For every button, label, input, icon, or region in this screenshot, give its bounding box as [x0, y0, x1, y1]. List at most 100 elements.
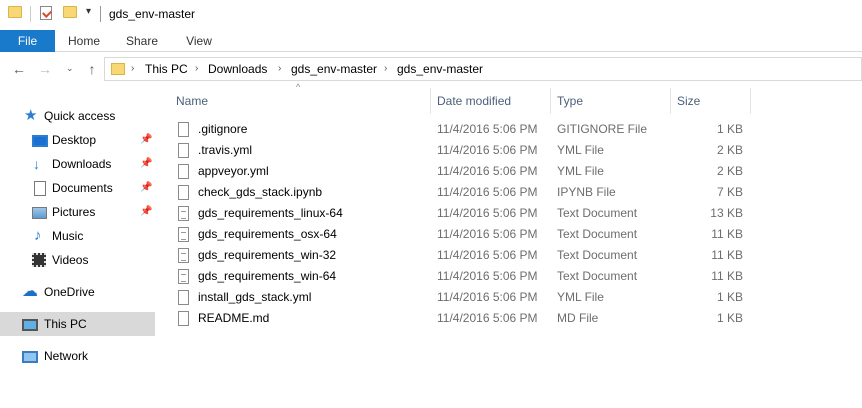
sidebar-item-label: Network: [44, 349, 89, 363]
sidebar-item-music[interactable]: ♪ Music: [0, 224, 155, 248]
desktop-icon: [32, 135, 48, 147]
pin-icon[interactable]: 📌: [140, 152, 152, 176]
sidebar-item-network[interactable]: Network: [0, 344, 155, 368]
column-divider[interactable]: [430, 88, 431, 114]
file-name: README.md: [198, 311, 270, 325]
file-type: YML File: [557, 290, 604, 304]
blank-file-icon: [178, 185, 189, 200]
pin-icon[interactable]: 📌: [140, 176, 152, 200]
tab-file[interactable]: File: [0, 30, 55, 52]
breadcrumb-separator: ›: [131, 63, 135, 74]
file-date: 11/4/2016 5:06 PM: [437, 164, 538, 178]
file-name: .travis.yml: [198, 143, 252, 157]
pin-icon[interactable]: 📌: [140, 128, 152, 152]
navigation-pane: ★ Quick access Desktop 📌 ↓ Downloads 📌 D…: [0, 92, 158, 408]
file-name: check_gds_stack.ipynb: [198, 185, 323, 199]
sort-ascending-icon: ^: [296, 82, 301, 92]
file-name: install_gds_stack.yml: [198, 290, 312, 304]
back-button[interactable]: ←: [10, 61, 28, 77]
table-row[interactable]: .gitignore 11/4/2016 5:06 PM GITIGNORE F…: [158, 119, 862, 140]
table-row[interactable]: check_gds_stack.ipynb 11/4/2016 5:06 PM …: [158, 182, 862, 203]
file-type: GITIGNORE File: [557, 122, 648, 136]
sidebar-item-documents[interactable]: Documents 📌: [0, 176, 155, 200]
file-type: YML File: [557, 143, 604, 157]
address-bar[interactable]: › This PC › Downloads › gds_env-master ›…: [104, 57, 862, 81]
table-row[interactable]: gds_requirements_osx-64 11/4/2016 5:06 P…: [158, 224, 862, 245]
sidebar-item-label: Downloads: [52, 157, 112, 171]
text-file-icon: [178, 206, 189, 221]
ribbon-tabs: File Home Share View: [0, 30, 862, 52]
table-row[interactable]: gds_requirements_win-32 11/4/2016 5:06 P…: [158, 245, 862, 266]
up-button[interactable]: ↑: [83, 61, 101, 77]
sidebar-item-label: Desktop: [52, 133, 97, 147]
column-divider[interactable]: [750, 88, 751, 114]
sidebar-item-videos[interactable]: Videos: [0, 248, 155, 272]
file-date: 11/4/2016 5:06 PM: [437, 269, 538, 283]
file-date: 11/4/2016 5:06 PM: [437, 311, 538, 325]
download-arrow-icon: ↓: [33, 156, 40, 172]
blank-file-icon: [178, 290, 189, 305]
table-row[interactable]: install_gds_stack.yml 11/4/2016 5:06 PM …: [158, 287, 862, 308]
computer-icon: [22, 319, 38, 331]
sidebar-item-label: Quick access: [44, 109, 116, 123]
sidebar-item-onedrive[interactable]: ☁ OneDrive: [0, 280, 155, 304]
file-name: appveyor.yml: [198, 164, 269, 178]
breadcrumb-gds-env-master-parent[interactable]: gds_env-master: [291, 62, 377, 76]
breadcrumb-this-pc[interactable]: This PC: [145, 62, 188, 76]
table-row[interactable]: gds_requirements_win-64 11/4/2016 5:06 P…: [158, 266, 862, 287]
folder-icon[interactable]: [8, 6, 22, 18]
title-bar: ▾ gds_env-master: [0, 0, 862, 30]
file-size: 13 KB: [710, 206, 743, 220]
forward-button[interactable]: →: [36, 61, 54, 77]
sidebar-item-quick-access[interactable]: ★ Quick access: [0, 104, 155, 128]
network-icon: [22, 351, 38, 363]
breadcrumb-gds-env-master[interactable]: gds_env-master: [397, 62, 483, 76]
file-type: YML File: [557, 164, 604, 178]
column-header-type[interactable]: Type: [557, 88, 583, 114]
music-note-icon: ♪: [34, 227, 42, 244]
file-type: Text Document: [557, 248, 638, 262]
file-size: 1 KB: [716, 311, 743, 325]
sidebar-item-this-pc[interactable]: This PC: [0, 312, 155, 336]
file-size: 2 KB: [716, 143, 743, 157]
sidebar-item-downloads[interactable]: ↓ Downloads 📌: [0, 152, 155, 176]
pin-icon[interactable]: 📌: [140, 200, 152, 224]
tab-share[interactable]: Share: [121, 30, 163, 52]
file-date: 11/4/2016 5:06 PM: [437, 248, 538, 262]
column-header-size[interactable]: Size: [677, 88, 700, 114]
file-size: 11 KB: [711, 269, 743, 283]
sidebar-item-pictures[interactable]: Pictures 📌: [0, 200, 155, 224]
table-row[interactable]: .travis.yml 11/4/2016 5:06 PM YML File 2…: [158, 140, 862, 161]
file-date: 11/4/2016 5:06 PM: [437, 290, 538, 304]
cloud-icon: ☁: [22, 283, 38, 300]
file-date: 11/4/2016 5:06 PM: [437, 206, 538, 220]
recent-locations-button[interactable]: ⌄: [66, 63, 74, 74]
tab-view[interactable]: View: [178, 30, 220, 52]
sidebar-item-label: Pictures: [52, 205, 96, 219]
customize-caret-icon[interactable]: ▾: [86, 6, 91, 17]
table-row[interactable]: appveyor.yml 11/4/2016 5:06 PM YML File …: [158, 161, 862, 182]
table-row[interactable]: README.md 11/4/2016 5:06 PM MD File 1 KB: [158, 308, 862, 329]
file-date: 11/4/2016 5:06 PM: [437, 143, 538, 157]
properties-icon[interactable]: [40, 6, 52, 20]
text-file-icon: [178, 227, 189, 242]
file-name: .gitignore: [198, 122, 248, 136]
file-size: 11 KB: [711, 227, 743, 241]
column-divider[interactable]: [670, 88, 671, 114]
breadcrumb-downloads[interactable]: Downloads: [208, 62, 267, 76]
column-divider[interactable]: [550, 88, 551, 114]
file-type: Text Document: [557, 227, 638, 241]
sidebar-item-desktop[interactable]: Desktop 📌: [0, 128, 155, 152]
table-row[interactable]: gds_requirements_linux-64 11/4/2016 5:06…: [158, 203, 862, 224]
sidebar-item-label: OneDrive: [44, 285, 95, 299]
column-header-name[interactable]: Name: [176, 88, 208, 114]
breadcrumb-separator: ›: [195, 63, 199, 74]
column-header-date[interactable]: Date modified: [437, 88, 511, 114]
file-date: 11/4/2016 5:06 PM: [437, 122, 538, 136]
blank-file-icon: [178, 311, 189, 326]
file-size: 1 KB: [716, 122, 743, 136]
tab-home[interactable]: Home: [63, 30, 105, 52]
window-title: gds_env-master: [109, 7, 196, 21]
pictures-icon: [32, 207, 47, 219]
new-folder-icon[interactable]: [63, 6, 77, 18]
